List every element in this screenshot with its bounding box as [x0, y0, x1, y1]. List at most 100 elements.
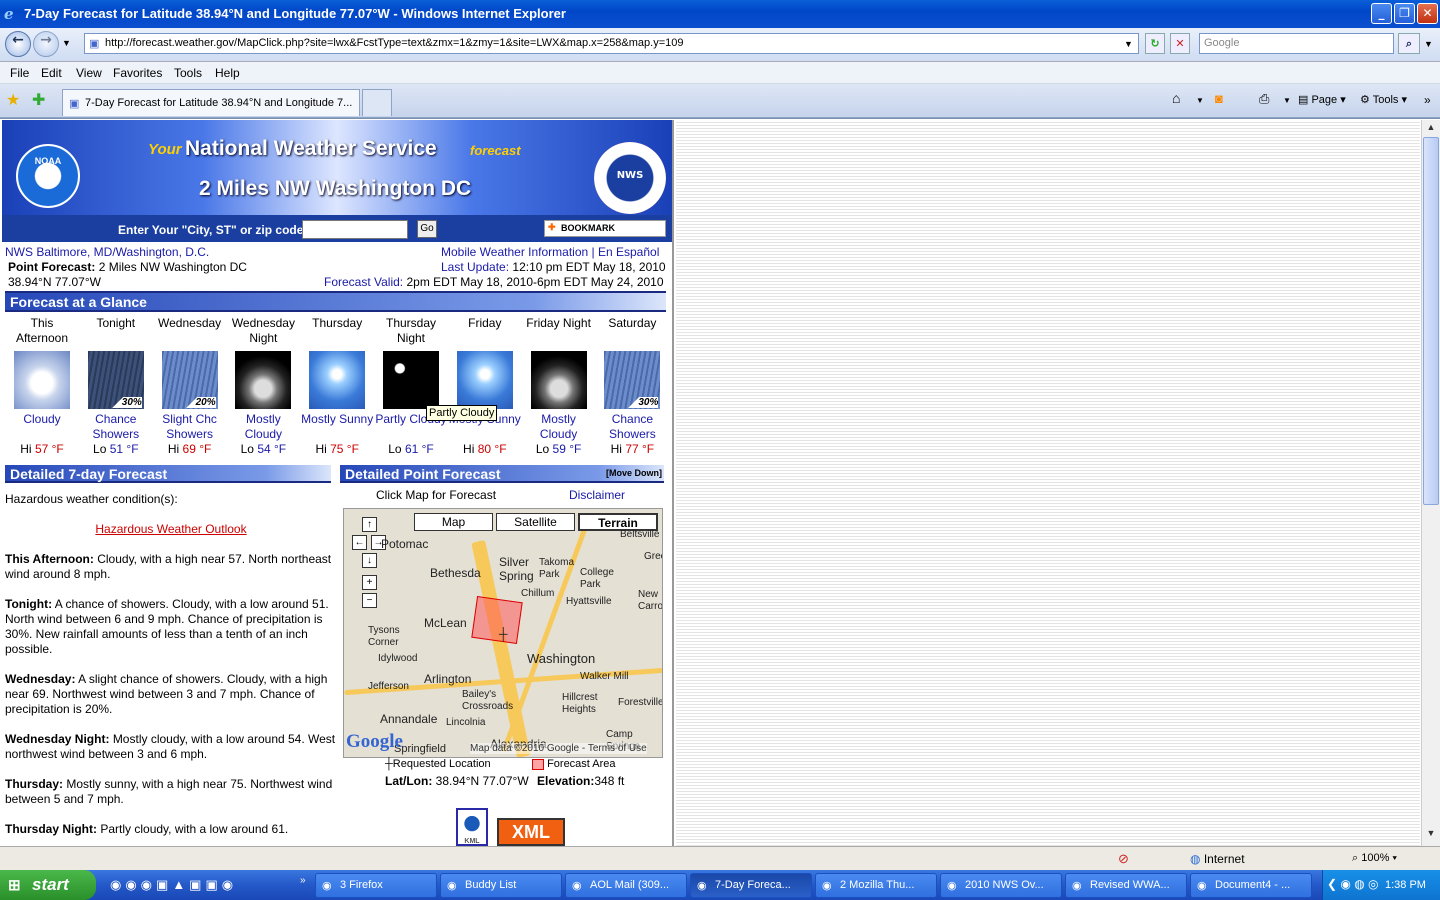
close-button[interactable]: ✕ [1417, 3, 1438, 24]
refresh-button[interactable]: ↻ [1145, 33, 1165, 54]
glance-period: Thursday Night Partly Cloudy Lo 61 °F [374, 316, 448, 457]
scroll-up-icon[interactable]: ▲ [1424, 122, 1438, 136]
detail-period: Thursday Night: [5, 822, 97, 836]
tab-forecast[interactable]: ▣ 7-Day Forecast for Latitude 38.94°N an… [62, 89, 360, 116]
hilo-label: Lo [240, 442, 254, 456]
pan-down-icon[interactable]: ↓ [362, 553, 377, 568]
detail-text: A chance of showers. Cloudy, with a low … [5, 597, 329, 656]
bookmark-button[interactable]: ✚ BOOKMARK [544, 220, 666, 237]
maximize-button[interactable]: ❐ [1394, 3, 1415, 24]
minimize-button[interactable]: _ [1371, 3, 1392, 24]
task-button[interactable]: ◉ 2010 NWS Ov... [940, 873, 1062, 898]
task-label: 3 Firefox [340, 879, 383, 891]
hazard-intro: Hazardous weather condition(s): [5, 492, 178, 506]
pan-left-icon[interactable]: ← [352, 535, 367, 550]
sun-icon[interactable] [309, 351, 366, 409]
back-button[interactable]: ← [5, 31, 31, 57]
menu-file[interactable]: File [10, 66, 29, 80]
feeds-icon[interactable]: ◙ [1215, 91, 1223, 106]
task-label: 7-Day Foreca... [715, 879, 791, 891]
menu-help[interactable]: Help [215, 66, 240, 80]
task-button[interactable]: ◉ 2 Mozilla Thu... [815, 873, 937, 898]
map-type-map[interactable]: Map [414, 513, 493, 531]
hilo-label: Hi [463, 442, 475, 456]
rain-icon[interactable]: 30% [604, 351, 661, 409]
task-button[interactable]: ◉ AOL Mail (309... [565, 873, 687, 898]
task-button[interactable]: ◉ 3 Firefox [315, 873, 437, 898]
address-dropdown-icon[interactable]: ▼ [1124, 39, 1133, 49]
print-dropdown-icon[interactable]: ▼ [1283, 96, 1291, 105]
noaa-logo[interactable]: NOAA [16, 144, 80, 208]
night-partly-icon[interactable] [383, 351, 439, 409]
popup-blocker-icon[interactable]: ⊘ [1118, 851, 1129, 867]
move-down-link[interactable]: [Move Down] [606, 468, 662, 478]
tray-icons[interactable]: ❮ ◉ ◍ ◎ [1327, 877, 1378, 891]
menu-tools[interactable]: Tools [174, 66, 202, 80]
address-input[interactable]: ▣ http://forecast.weather.gov/MapClick.p… [84, 33, 1139, 54]
scroll-down-icon[interactable]: ▼ [1424, 828, 1438, 842]
new-tab-button[interactable] [362, 89, 392, 116]
chevron-right-icon[interactable]: » [1424, 93, 1431, 107]
night-cloud-icon[interactable] [235, 351, 292, 409]
home-icon[interactable]: ⌂ [1172, 90, 1180, 106]
quick-launch-icons[interactable]: ◉◉◉▣▲▣▣◉ [110, 877, 237, 893]
forward-button[interactable]: → [33, 31, 59, 57]
location-search-input[interactable] [302, 220, 408, 239]
tools-menu[interactable]: ⚙ Tools ▾ [1360, 93, 1407, 106]
menu-favorites[interactable]: Favorites [113, 66, 162, 80]
zoom-control[interactable]: ⌕ 100% ▾ [1352, 852, 1397, 865]
nws-seal-logo[interactable]: NWS [594, 142, 666, 214]
home-dropdown-icon[interactable]: ▼ [1196, 96, 1204, 105]
point-forecast-header-title: Detailed Point Forecast [345, 466, 501, 482]
map-label: Beltsville [620, 529, 660, 540]
search-icon[interactable]: ⌕ [1398, 33, 1420, 54]
sun-icon[interactable] [456, 351, 513, 409]
pan-up-icon[interactable]: ↑ [362, 517, 377, 532]
period-temp: Hi 57 °F [5, 442, 79, 457]
disclaimer-link[interactable]: Disclaimer [569, 488, 625, 502]
menu-edit[interactable]: Edit [41, 66, 62, 80]
bookmark-label: BOOKMARK [561, 223, 615, 233]
history-dropdown-icon[interactable]: ▼ [62, 38, 71, 48]
menu-view[interactable]: View [76, 66, 102, 80]
start-button[interactable]: ⊞ start [0, 870, 96, 900]
search-dropdown-icon[interactable]: ▼ [1424, 39, 1433, 49]
task-button[interactable]: ◉ 7-Day Foreca... [690, 873, 812, 898]
stop-button[interactable]: ✕ [1170, 33, 1190, 54]
page-menu[interactable]: ▤ Page ▾ [1298, 93, 1346, 106]
scroll-thumb[interactable] [1423, 137, 1439, 505]
period-desc: Chance Showers [609, 412, 656, 441]
office-link[interactable]: NWS Baltimore, MD/Washington, D.C. [5, 245, 209, 259]
gear-icon: ⚙ [1360, 94, 1373, 106]
cloud-icon[interactable] [14, 351, 70, 409]
espanol-link[interactable]: En Español [598, 245, 659, 259]
rain-icon[interactable]: 20% [161, 351, 218, 409]
task-app-icon: ◉ [822, 880, 832, 892]
quick-launch-chevron-icon[interactable]: » [300, 875, 306, 886]
task-button[interactable]: ◉ Document4 - ... [1190, 873, 1312, 898]
zoom-in-icon[interactable]: + [362, 575, 377, 590]
go-button[interactable]: Go [417, 220, 437, 238]
map-label: McLean [424, 616, 467, 630]
task-button[interactable]: ◉ Buddy List [440, 873, 562, 898]
hazardous-outlook-link[interactable]: Hazardous Weather Outlook [95, 522, 246, 536]
window-titlebar[interactable]: e 7-Day Forecast for Latitude 38.94°N an… [0, 0, 1440, 28]
page-icon: ▣ [89, 38, 100, 50]
forecast-map[interactable]: ┼ Map Satellite Terrain ↑ ← → ↓ + − Beth… [343, 508, 663, 758]
rain-icon[interactable]: 30% [87, 351, 144, 409]
print-icon[interactable]: ⎙ [1259, 91, 1269, 107]
glance-period: Wednesday 20% Slight Chc Showers Hi 69 °F [153, 316, 227, 457]
map-type-satellite[interactable]: Satellite [496, 513, 575, 531]
favorites-star-icon[interactable]: ★ [6, 90, 20, 110]
search-input[interactable]: Google [1199, 33, 1394, 54]
add-favorite-icon[interactable]: ✚ [32, 90, 45, 110]
temp-value: 69 °F [182, 442, 212, 456]
glance-period: Tonight 30% Chance Showers Lo 51 °F [79, 316, 153, 457]
kml-button[interactable]: KML [456, 808, 488, 846]
mobile-weather-link[interactable]: Mobile Weather Information [441, 245, 588, 259]
vertical-scrollbar[interactable]: ▲ ▼ [1421, 120, 1440, 846]
task-button[interactable]: ◉ Revised WWA... [1065, 873, 1187, 898]
zoom-out-icon[interactable]: − [362, 593, 377, 608]
night-cloud-icon[interactable] [530, 351, 587, 409]
xml-button[interactable]: XML [497, 818, 565, 846]
